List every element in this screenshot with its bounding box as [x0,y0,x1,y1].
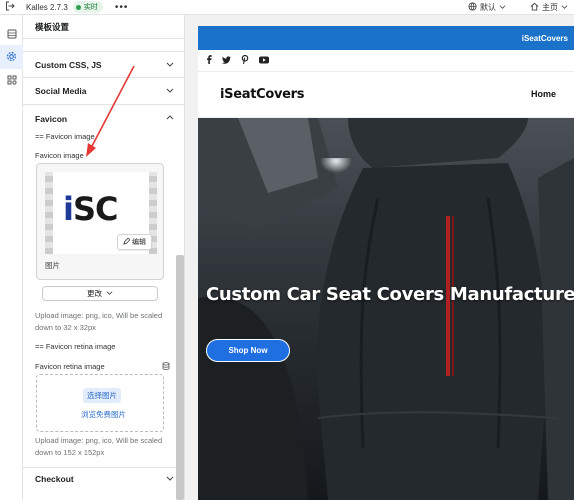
social-links [198,50,574,72]
pinterest-icon[interactable] [241,54,249,66]
shop-now-button[interactable]: Shop Now [206,339,290,362]
announcement-text: iSeatCovers [521,33,568,43]
announcement-bar: iSeatCovers [198,26,574,50]
nav-home-link[interactable]: Home [531,89,556,99]
hero-seat-image [198,118,574,500]
hero-title: Custom Car Seat Covers Manufacturer [206,284,574,305]
store-header: iSeatCovers Home [198,72,574,118]
twitter-icon[interactable] [222,55,231,66]
hero-banner: Custom Car Seat Covers Manufacturer Shop… [198,118,574,500]
facebook-icon[interactable] [206,55,212,66]
youtube-icon[interactable] [259,56,269,66]
store-preview: iSeatCovers iSeatCovers Home Custom Car … [198,26,574,500]
store-logo[interactable]: iSeatCovers [220,87,305,102]
